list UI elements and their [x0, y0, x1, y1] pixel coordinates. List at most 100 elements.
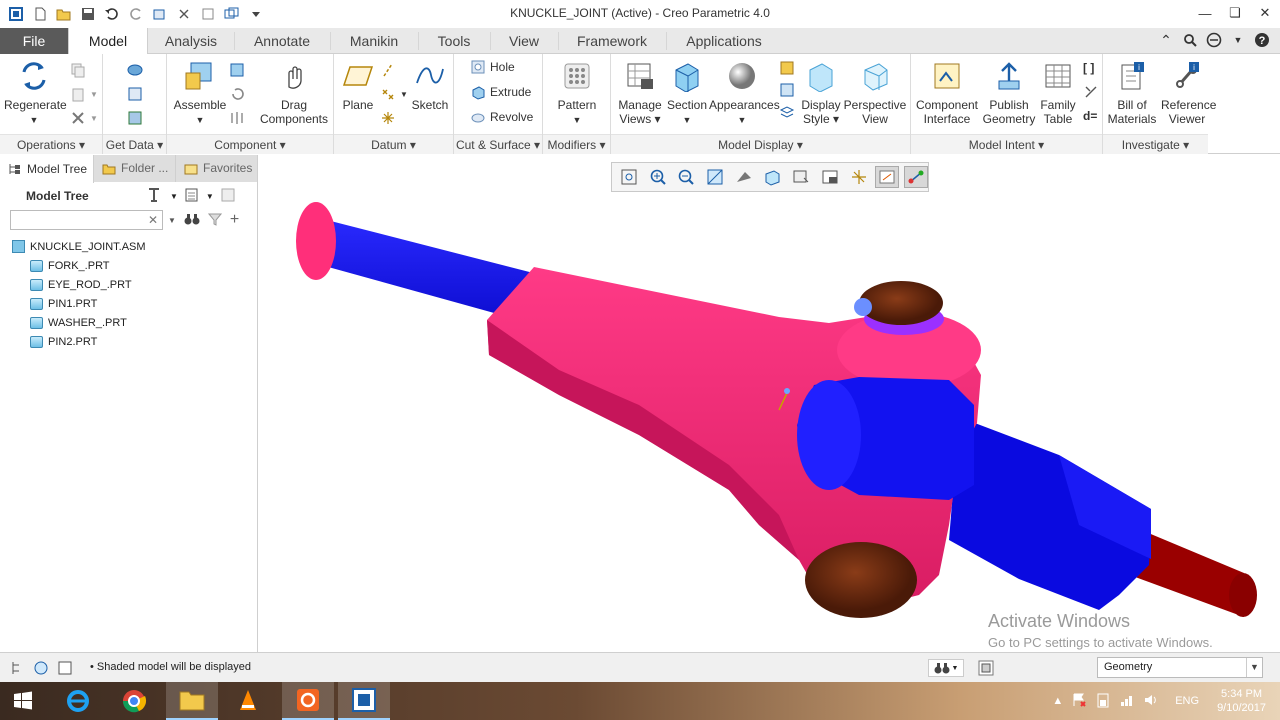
tab-view[interactable]: View [492, 28, 556, 54]
taskbar-file-explorer[interactable] [166, 682, 218, 720]
appearances-button[interactable]: Appearances ▼ [709, 58, 780, 127]
datum-group-label[interactable]: Datum ▾ [334, 134, 453, 154]
clear-search-icon[interactable]: ✕ [148, 213, 158, 227]
taskbar-creo[interactable] [338, 682, 390, 720]
tab-model[interactable]: Model [68, 28, 148, 55]
taskbar-vlc[interactable] [222, 682, 274, 720]
tree-item-eye-rod[interactable]: EYE_ROD_.PRT [12, 275, 146, 294]
view-manager-icon[interactable] [789, 166, 813, 188]
eye-rod[interactable] [949, 417, 1151, 610]
display-style-toolbar-icon[interactable] [732, 166, 756, 188]
community-dropdown-icon[interactable]: ▼ [1228, 30, 1248, 50]
repaint-icon[interactable] [703, 166, 727, 188]
saved-orientations-button[interactable] [779, 58, 795, 78]
repeat-button[interactable] [229, 84, 245, 104]
show-browser-icon[interactable] [32, 659, 50, 677]
zoom-in-icon[interactable] [646, 166, 670, 188]
regenerate-button[interactable]: Regenerate ▼ [4, 58, 67, 127]
annotation-display-icon[interactable] [875, 166, 900, 188]
search-dropdown-icon[interactable]: ▼ [168, 216, 176, 225]
show-dropdown-icon[interactable]: ▼ [206, 192, 214, 201]
tab-framework[interactable]: Framework [560, 28, 664, 54]
tab-applications[interactable]: Applications [668, 28, 780, 54]
minimize-button[interactable]: — [1190, 0, 1220, 26]
delete-button[interactable]: ▼ [70, 108, 98, 128]
community-icon[interactable] [1204, 30, 1224, 50]
model-display-group-label[interactable]: Model Display ▾ [611, 134, 910, 154]
datum-display-filters-icon[interactable] [847, 166, 871, 188]
taskbar-internet-explorer[interactable] [52, 682, 104, 720]
start-button[interactable] [0, 682, 46, 720]
modifiers-group-label[interactable]: Modifiers ▾ [543, 134, 610, 154]
collapse-ribbon-icon[interactable]: ⌃ [1156, 30, 1176, 50]
help-icon[interactable]: ? [1252, 30, 1272, 50]
restore-button[interactable]: ❏ [1220, 0, 1250, 26]
add-icon[interactable]: + [230, 211, 239, 229]
relations-bracket-button[interactable]: [ ] [1083, 58, 1094, 78]
component-group-label[interactable]: Component ▾ [167, 134, 333, 154]
component-interface-button[interactable]: Component Interface [913, 58, 981, 126]
action-center-flag-icon[interactable] [1071, 692, 1087, 711]
tab-folder-browser[interactable]: Folder ... [94, 155, 176, 182]
taskbar-chrome[interactable] [108, 682, 160, 720]
tree-settings-icon[interactable] [146, 186, 164, 207]
copy-geometry-button[interactable] [127, 108, 143, 128]
tree-settings-dropdown-icon[interactable]: ▼ [170, 192, 178, 201]
refit-icon[interactable] [617, 166, 641, 188]
close-button[interactable]: ✕ [1250, 0, 1280, 26]
merge-button[interactable] [127, 84, 143, 104]
model-intent-group-label[interactable]: Model Intent ▾ [911, 134, 1102, 154]
paste-button[interactable]: ▼ [70, 84, 98, 104]
show-icon[interactable] [184, 187, 200, 206]
parameters-button[interactable] [1083, 82, 1099, 102]
pin-bottom[interactable] [805, 542, 917, 618]
tree-item-pin2[interactable]: PIN2.PRT [12, 332, 146, 351]
bill-of-materials-button[interactable]: i Bill of Materials [1103, 58, 1161, 126]
plane-button[interactable]: Plane [338, 58, 378, 112]
taskbar-app-orange[interactable] [282, 682, 334, 720]
pattern-button[interactable]: Pattern ▼ [547, 58, 607, 127]
model-tree-search-input[interactable] [11, 211, 146, 229]
selection-buffer-icon[interactable] [977, 659, 995, 677]
investigate-group-label[interactable]: Investigate ▾ [1103, 134, 1208, 154]
saved-orientations-toolbar-icon[interactable] [761, 166, 785, 188]
assemble-button[interactable]: Assemble ▼ [171, 58, 229, 127]
spin-center-icon[interactable] [904, 166, 928, 188]
perspective-toolbar-icon[interactable] [818, 166, 842, 188]
find-binoculars-icon[interactable] [184, 212, 200, 229]
display-style-button[interactable]: Display Style ▾ [799, 58, 843, 126]
extrude-button[interactable]: Extrude [470, 82, 531, 102]
model-tree-search-box[interactable]: ✕ [10, 210, 163, 230]
chevron-down-icon[interactable]: ▼ [1246, 658, 1262, 677]
axis-button[interactable] [380, 60, 396, 80]
tab-analysis[interactable]: Analysis [150, 28, 232, 54]
battery-icon[interactable] [1095, 692, 1111, 711]
knuckle-joint-model[interactable] [259, 155, 1280, 652]
section-button[interactable]: Section ▼ [665, 58, 709, 127]
tree-root-assembly[interactable]: KNUCKLE_JOINT.ASM [12, 237, 146, 256]
selection-filter-select[interactable]: Geometry ▼ [1097, 657, 1263, 678]
tab-annotate[interactable]: Annotate [236, 28, 328, 54]
copy-button[interactable] [70, 60, 86, 80]
create-component-button[interactable] [229, 60, 245, 80]
cut-surface-group-label[interactable]: Cut & Surface ▾ [454, 134, 542, 154]
drag-components-button[interactable]: Drag Components [259, 58, 329, 126]
graphics-window[interactable]: Activate Windows Go to PC settings to ac… [259, 155, 1280, 652]
get-data-group-label[interactable]: Get Data ▾ [103, 134, 166, 154]
zoom-out-icon[interactable] [674, 166, 698, 188]
volume-icon[interactable] [1143, 692, 1159, 711]
full-screen-icon[interactable] [56, 659, 74, 677]
family-table-button[interactable]: Family Table [1037, 58, 1079, 126]
eye-rod-boss[interactable] [797, 377, 974, 500]
switch-dimensions-button[interactable]: d= [1083, 106, 1097, 126]
sketch-button[interactable]: Sketch [410, 58, 450, 112]
point-button[interactable]: ▼ [380, 84, 408, 104]
network-icon[interactable] [1119, 692, 1135, 711]
show-hidden-icons-icon[interactable]: ▲ [1052, 695, 1063, 707]
show-navigator-icon[interactable] [8, 659, 26, 677]
search-icon[interactable] [1180, 30, 1200, 50]
perspective-view-button[interactable]: Perspective View [843, 58, 907, 126]
language-indicator[interactable]: ENG [1175, 695, 1199, 707]
clock[interactable]: 5:34 PM 9/10/2017 [1217, 687, 1266, 715]
tab-file[interactable]: File [0, 28, 68, 54]
